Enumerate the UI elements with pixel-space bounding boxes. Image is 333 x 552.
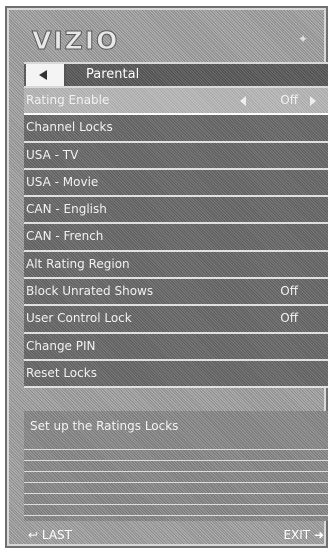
- last-label: LAST: [41, 528, 73, 542]
- brand-logo: VIZIO: [31, 26, 120, 56]
- menu-item-label: Alt Rating Region: [26, 256, 130, 271]
- footer-bar: ↩ LAST EXIT ➜: [24, 524, 328, 546]
- menu-item-change-pin[interactable]: Change PIN: [24, 333, 328, 361]
- menu-item-reset-locks[interactable]: Reset Locks: [24, 360, 328, 389]
- menu-item-label: User Control Lock: [26, 311, 132, 326]
- tv-menu-screen: VIZIO ✦ Parental Rating Enable Off Chann…: [5, 6, 328, 548]
- menu-item-channel-locks[interactable]: Channel Locks: [24, 115, 328, 143]
- divider: [24, 471, 328, 472]
- menu-item-label: Channel Locks: [26, 120, 113, 135]
- menu-item-usa-movie[interactable]: USA - Movie: [24, 169, 328, 198]
- menu-item-label: CAN - English: [26, 202, 107, 217]
- menu-header: Parental: [24, 62, 328, 88]
- menu-item-label: USA - TV: [26, 147, 79, 162]
- divider: [24, 449, 328, 450]
- exit-label: EXIT: [283, 528, 311, 542]
- exit-button[interactable]: EXIT ➜: [279, 524, 328, 546]
- parental-menu: Rating Enable Off Channel Locks USA - TV…: [24, 88, 328, 389]
- divider: [24, 493, 328, 494]
- chevron-left-icon[interactable]: [240, 96, 246, 106]
- menu-item-label: Block Unrated Shows: [26, 284, 154, 299]
- menu-item-alt-rating-region[interactable]: Alt Rating Region: [24, 251, 328, 280]
- menu-item-label: Rating Enable: [26, 93, 110, 107]
- star-icon: ✦: [297, 32, 309, 46]
- back-button[interactable]: [26, 64, 66, 86]
- menu-item-label: USA - Movie: [26, 174, 99, 189]
- return-arrow-icon: ↩: [28, 528, 39, 542]
- menu-item-label: CAN - French: [26, 229, 104, 244]
- menu-item-value: Off: [280, 284, 298, 299]
- menu-item-value: Off: [280, 311, 298, 326]
- help-text: Set up the Ratings Locks: [30, 419, 179, 433]
- divider: [24, 504, 328, 505]
- menu-item-can-english[interactable]: CAN - English: [24, 197, 328, 225]
- help-panel: Set up the Ratings Locks: [24, 411, 328, 521]
- last-button[interactable]: ↩ LAST: [24, 524, 76, 546]
- menu-item-user-control-lock[interactable]: User Control Lock Off: [24, 306, 328, 334]
- menu-item-can-french[interactable]: CAN - French: [24, 224, 328, 252]
- chevron-right-icon[interactable]: [310, 96, 316, 106]
- menu-item-usa-tv[interactable]: USA - TV: [24, 142, 328, 170]
- menu-item-block-unrated-shows[interactable]: Block Unrated Shows Off: [24, 279, 328, 307]
- chevron-left-icon: [39, 70, 47, 80]
- divider: [24, 460, 328, 461]
- menu-item-label: Change PIN: [26, 338, 96, 353]
- divider: [24, 515, 328, 516]
- menu-item-rating-enable[interactable]: Rating Enable Off: [24, 88, 328, 116]
- exit-arrow-icon: ➜: [313, 528, 324, 542]
- page-title: Parental: [86, 67, 140, 82]
- menu-item-value: Off: [280, 93, 298, 107]
- menu-item-label: Reset Locks: [26, 365, 97, 380]
- divider: [24, 482, 328, 483]
